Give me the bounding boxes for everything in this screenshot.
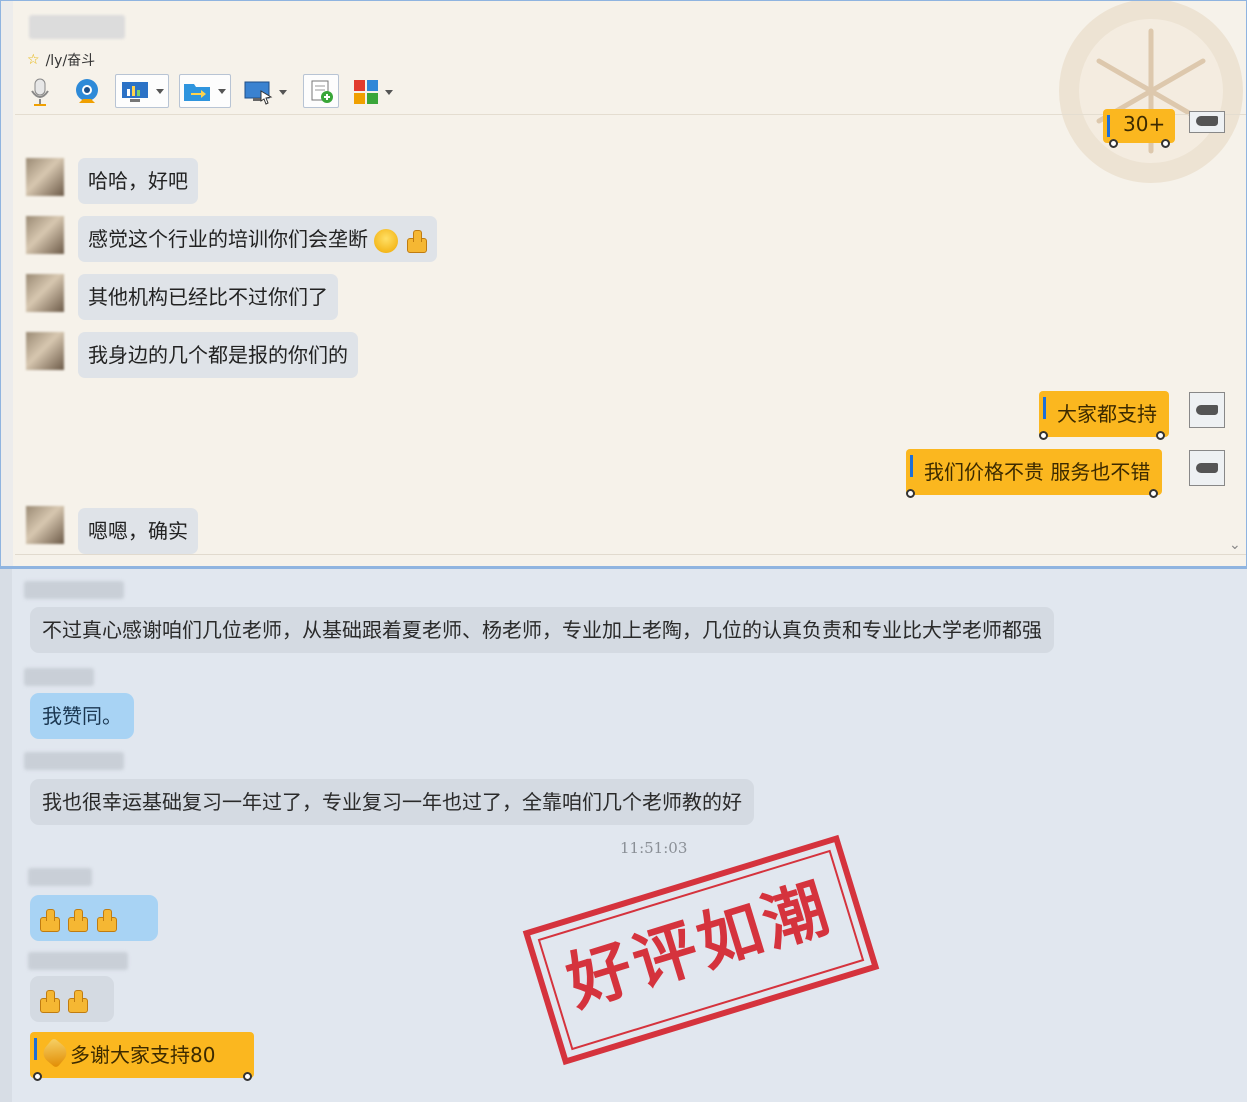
snowflake-decoration [1059,1,1243,183]
message-bubble: 感觉这个行业的培训你们会垄断 [78,216,437,262]
sender-name-blurred [24,752,124,770]
message-bubble-blue [30,895,158,941]
folder-transfer-button[interactable] [179,74,231,108]
banana-icon [39,1037,71,1069]
message-bubble-own: 大家都支持 [1039,391,1169,440]
avatar-shoe-icon [1189,450,1225,486]
message-text: 哈哈，好吧 [88,169,188,193]
timestamp: 11:51:03 [620,839,688,857]
message-bubble [30,976,114,1022]
sender-name-blurred [24,668,94,686]
folder-transfer-icon [184,84,210,101]
message-text: 我们价格不贵 服务也不错 [924,460,1151,484]
wheel-icon [1156,431,1165,440]
message-text: 大家都支持 [1057,402,1157,426]
badge-count: 30+ [1123,112,1166,136]
message-bubble-own: 多谢大家支持80 [30,1032,254,1081]
message-text: 我身边的几个都是报的你们的 [88,343,348,367]
sender-name-blurred [28,952,128,970]
top-chat-panel: ☆ /ly/奋斗 30+ 哈哈，好吧 感觉这个行业的培训你们会垄断 其他机构已经… [0,0,1247,567]
file-send-button[interactable] [303,74,339,108]
avatar [26,274,64,312]
sender-name-blurred [28,868,92,886]
wheel-icon [1149,489,1159,498]
wheel-icon [1109,139,1118,148]
chart-button[interactable] [115,74,169,108]
message-badge: 30+ [1103,109,1175,148]
message-bubble: 我也很幸运基础复习一年过了，专业复习一年也过了，全靠咱们几个老师教的好 [30,779,754,825]
thumbs-up-icon [66,908,89,932]
message-text: 嗯嗯，确实 [88,519,188,543]
avatar [26,216,64,254]
thumbs-up-icon [38,908,60,932]
wheel-icon [243,1072,252,1081]
chart-icon [122,82,148,102]
avatar [26,158,64,196]
thumbs-up-icon [95,908,117,932]
message-bubble: 不过真心感谢咱们几位老师，从基础跟着夏老师、杨老师，专业加上老陶，几位的认真负责… [30,607,1054,653]
remote-desktop-button[interactable] [243,79,293,105]
contact-subtitle-row: ☆ /ly/奋斗 [27,50,95,70]
message-text: 多谢大家支持80 [70,1043,216,1067]
avatar-shoe-icon [1189,111,1225,133]
contact-subtitle: /ly/奋斗 [45,53,96,69]
wheel-icon [1161,139,1170,148]
chevron-down-icon [156,88,164,94]
apps-icon [354,80,378,104]
grin-emoji-icon [374,228,399,253]
file-send-icon [311,80,333,103]
chevron-down-icon [218,88,226,94]
chevron-down-icon [385,89,393,95]
star-icon: ☆ [27,52,40,68]
wheel-icon [906,489,915,498]
thumbs-up-icon [405,229,427,253]
message-bubble: 其他机构已经比不过你们了 [78,274,338,320]
chevron-down-icon[interactable]: ⌄ [1229,537,1241,553]
thumbs-up-icon [38,989,60,1013]
sender-name-blurred [24,581,124,599]
message-text: 不过真心感谢咱们几位老师，从基础跟着夏老师、杨老师，专业加上老陶，几位的认真负责… [42,618,1042,642]
contact-name-blurred [29,15,125,39]
left-edge [1,1,13,566]
wheel-icon [33,1072,42,1081]
avatar [26,332,64,370]
avatar [26,506,64,544]
apps-button[interactable] [353,79,399,105]
message-text: 其他机构已经比不过你们了 [88,285,328,309]
message-bubble: 我身边的几个都是报的你们的 [78,332,358,378]
message-bubble: 哈哈，好吧 [78,158,198,204]
message-bubble-blue: 我赞同。 [30,693,134,739]
camera-icon[interactable] [73,77,101,107]
thumbs-up-icon [66,989,89,1013]
left-edge [0,569,12,1102]
avatar-shoe-icon [1189,392,1225,428]
remote-desktop-icon [244,81,273,105]
message-bubble: 嗯嗯，确实 [78,508,198,554]
microphone-icon[interactable] [29,77,51,107]
toolbar-divider [15,114,1246,115]
message-text: 我也很幸运基础复习一年过了，专业复习一年也过了，全靠咱们几个老师教的好 [42,790,742,814]
input-divider [15,554,1246,555]
wheel-icon [1039,431,1048,440]
message-text: 感觉这个行业的培训你们会垄断 [88,227,368,251]
message-bubble-own: 我们价格不贵 服务也不错 [906,449,1163,498]
message-text: 我赞同。 [42,704,122,728]
chevron-down-icon [279,89,287,95]
